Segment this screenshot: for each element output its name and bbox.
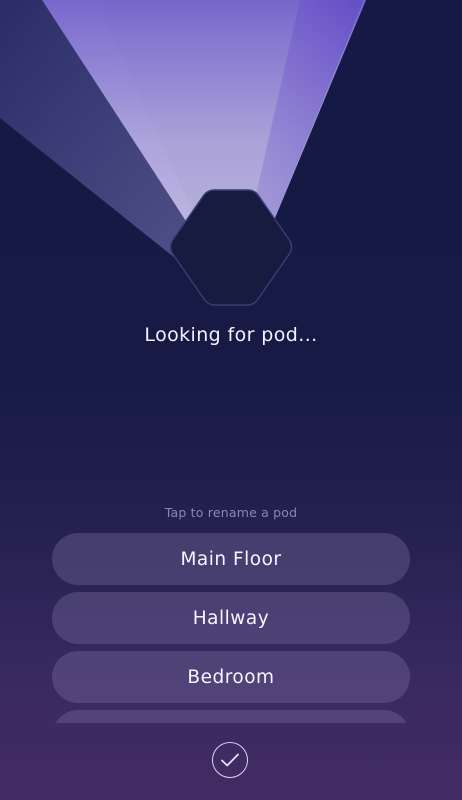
pod-list[interactable]: Main Floor Hallway Bedroom xyxy=(52,533,410,723)
pod-item-partial[interactable] xyxy=(52,710,410,723)
pod-item-main-floor[interactable]: Main Floor xyxy=(52,533,410,585)
hexagon-pod-icon xyxy=(169,189,293,306)
rename-hint: Tap to rename a pod xyxy=(164,505,298,520)
pod-item-label: Hallway xyxy=(192,607,270,629)
status-message: Looking for pod... xyxy=(144,324,318,346)
pod-item-label: Bedroom xyxy=(187,666,275,688)
pod-item-bedroom[interactable]: Bedroom xyxy=(52,651,410,703)
pod-setup-screen: Looking for pod... Tap to rename a pod M… xyxy=(0,0,462,800)
pod-item-label: Main Floor xyxy=(180,548,282,570)
checkmark-icon xyxy=(221,753,239,767)
pod-item-hallway[interactable]: Hallway xyxy=(52,592,410,644)
confirm-button[interactable] xyxy=(212,742,248,778)
